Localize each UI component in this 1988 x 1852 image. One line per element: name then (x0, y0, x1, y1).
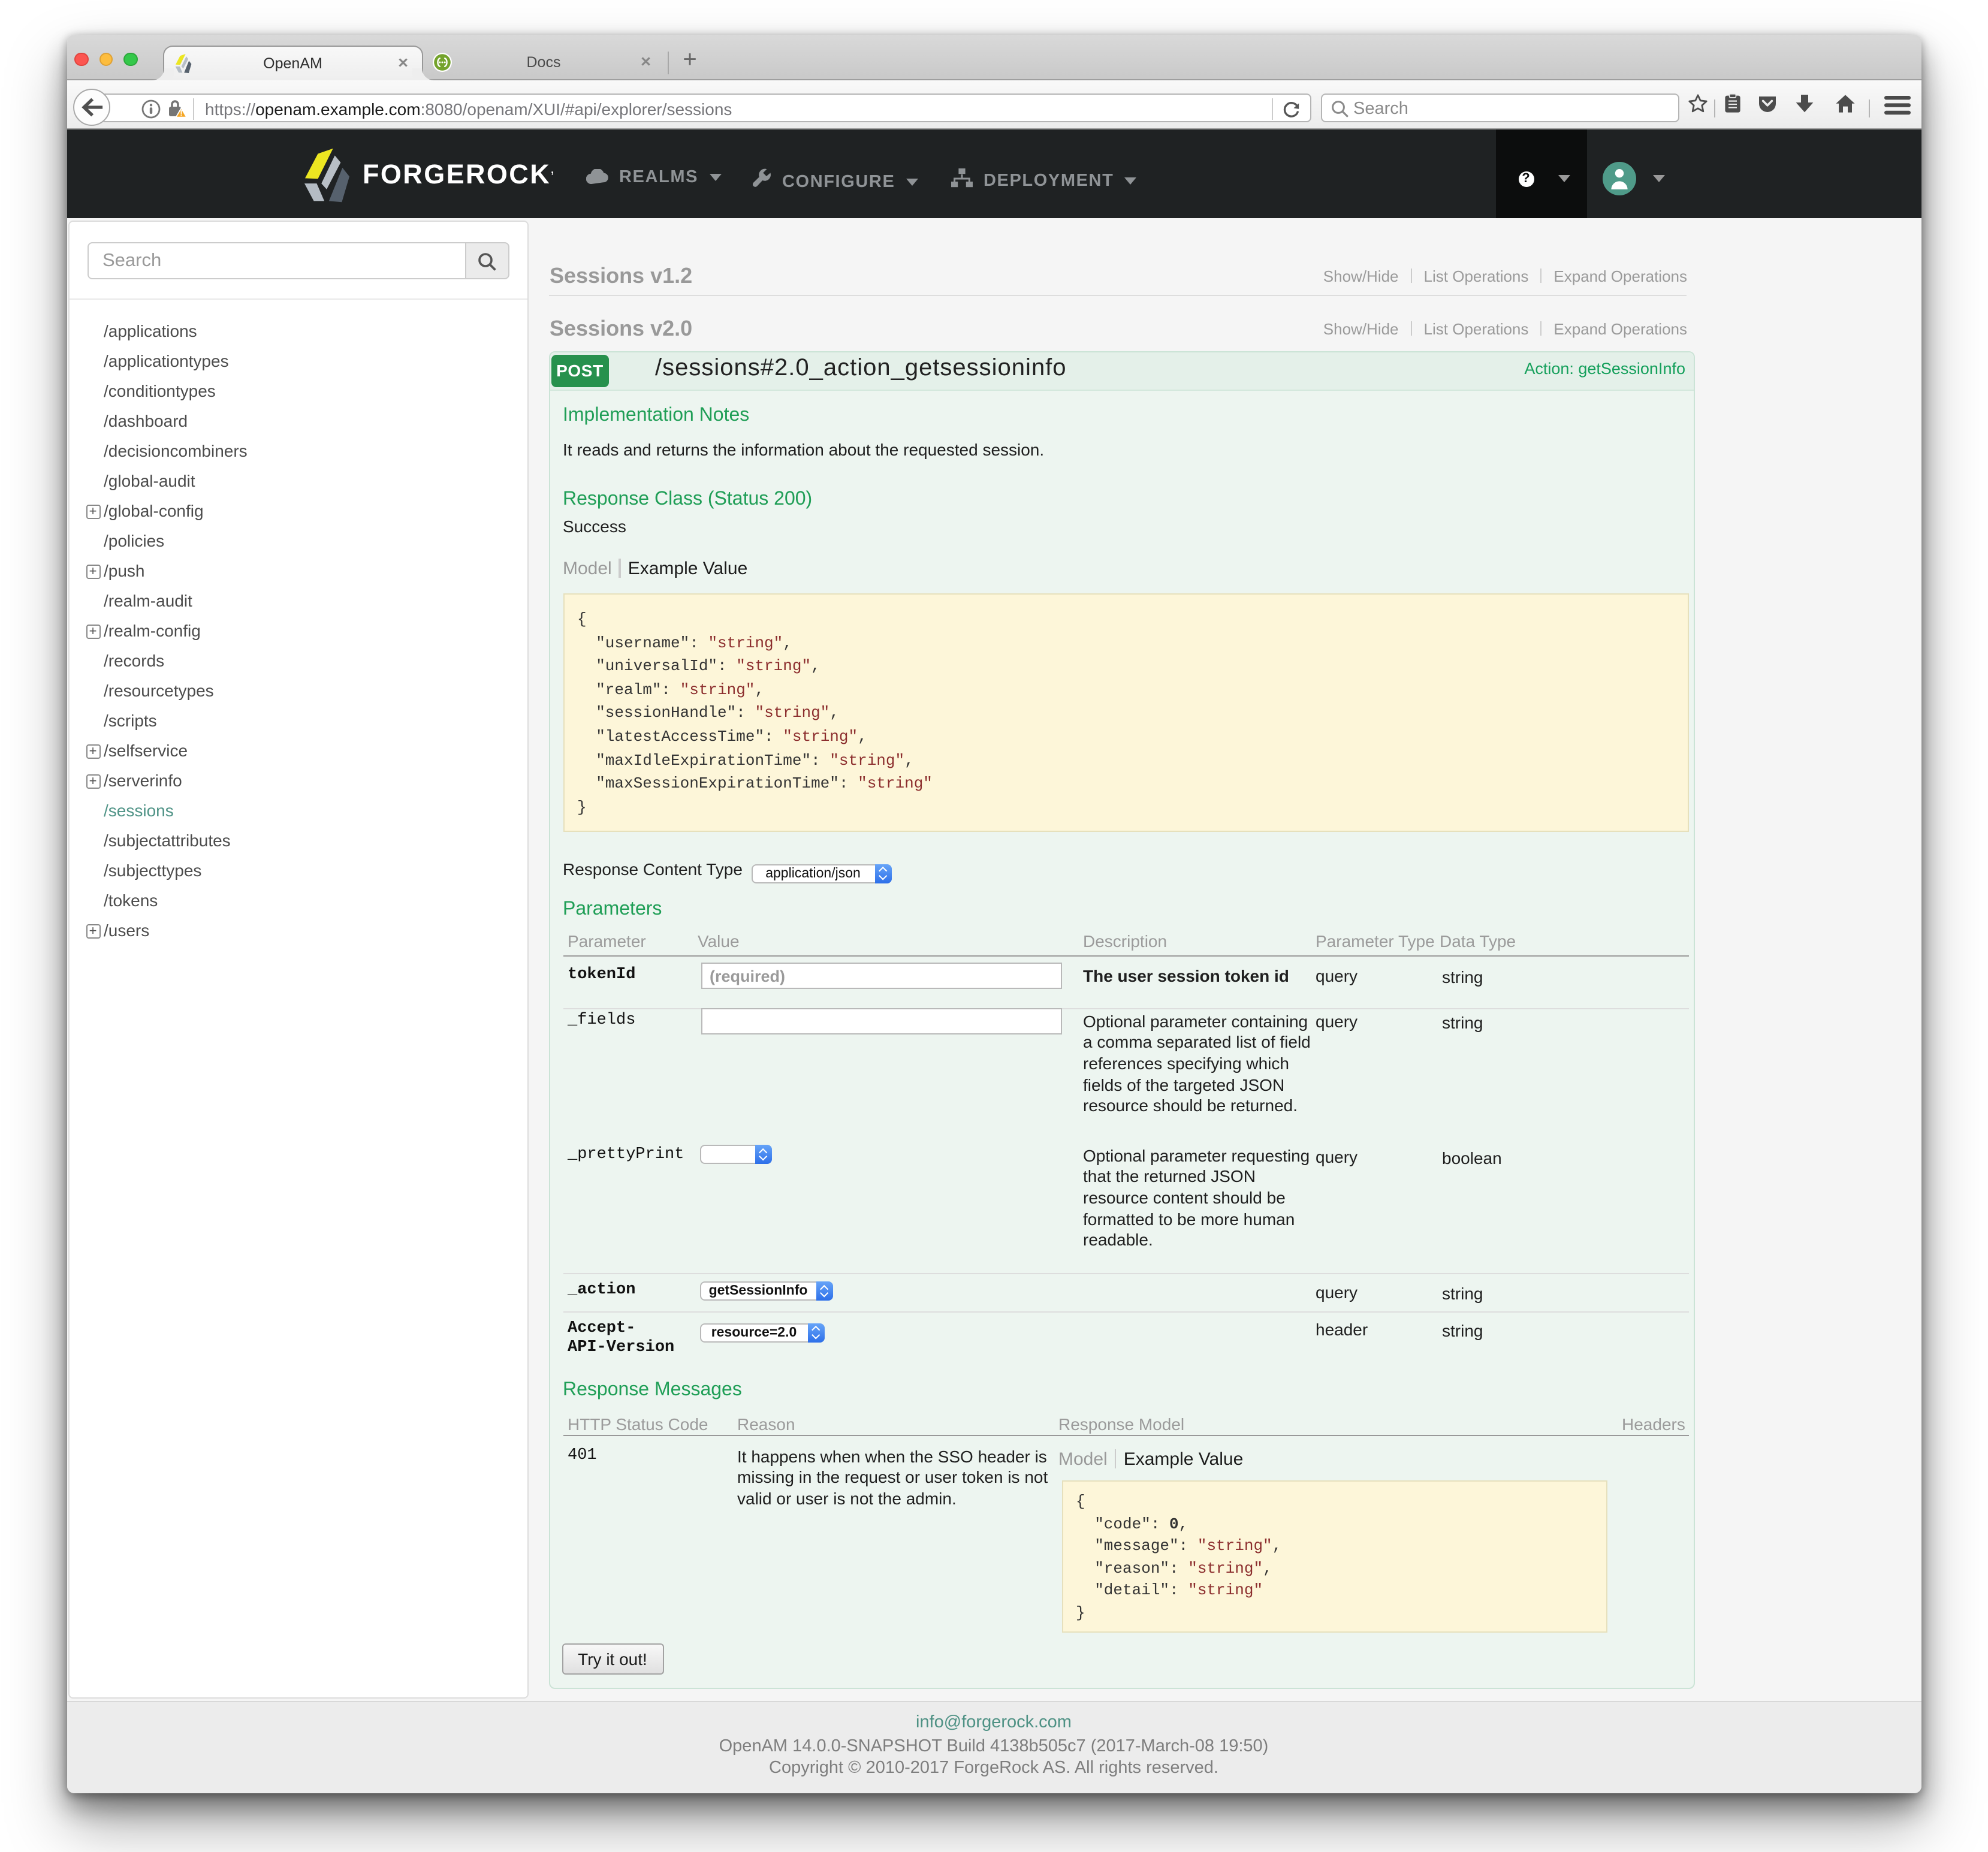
svg-text:!: ! (179, 108, 182, 117)
